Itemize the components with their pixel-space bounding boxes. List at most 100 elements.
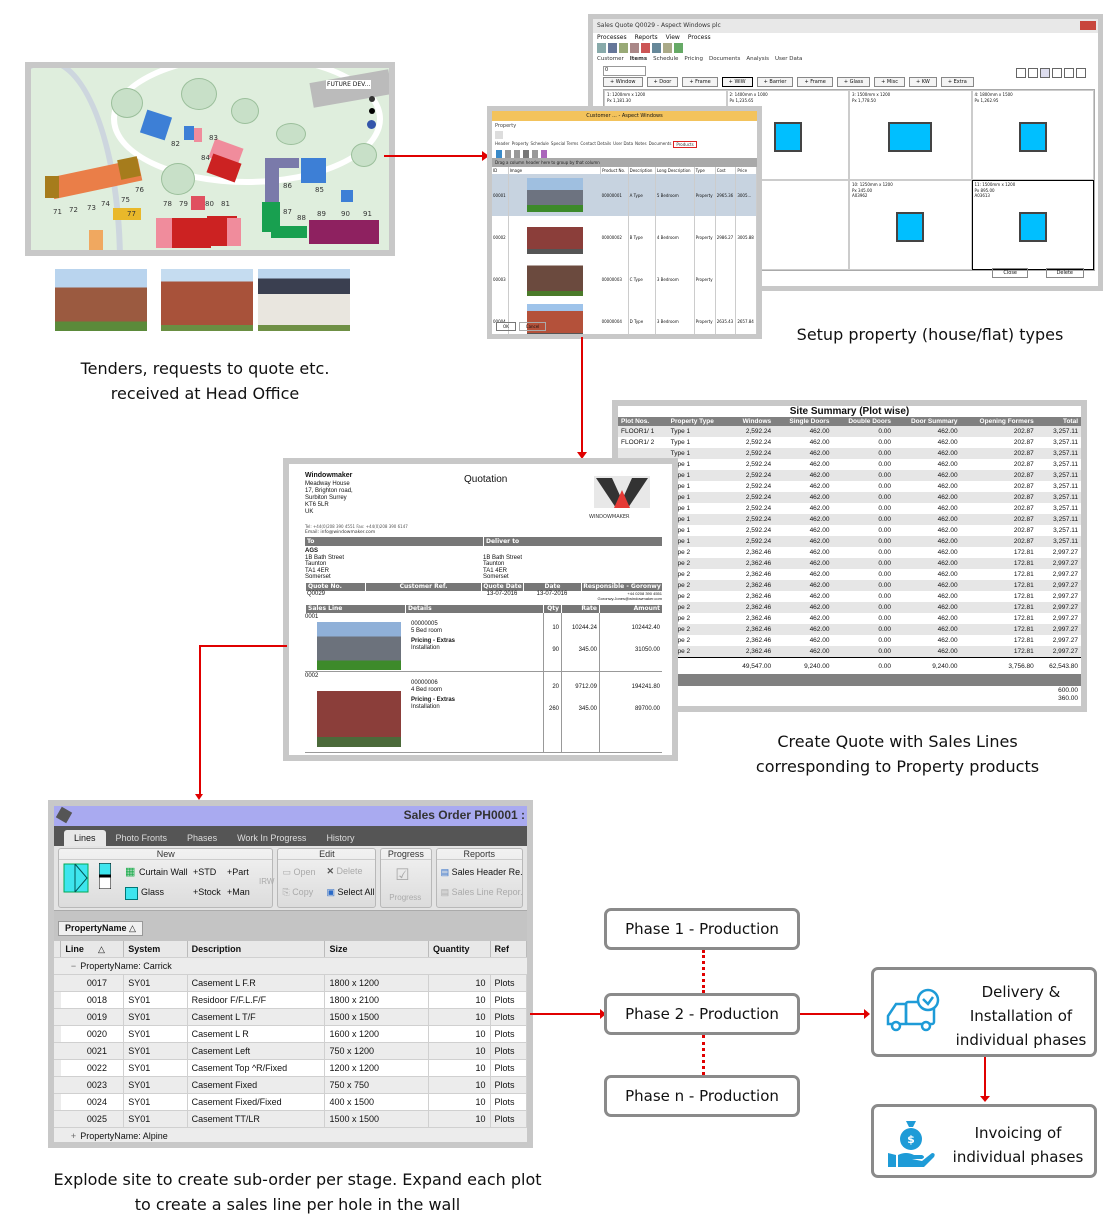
cancel-button[interactable]: Cancel xyxy=(518,322,547,331)
door-icon[interactable] xyxy=(99,863,111,889)
item-cell[interactable]: 11: 1500mm x 1200 Px 895.00 A03613 xyxy=(971,180,1094,270)
add-std-button[interactable]: +STD xyxy=(193,867,216,877)
building-blue[interactable] xyxy=(301,158,326,183)
map-control-icon[interactable] xyxy=(369,108,375,114)
tab-phases[interactable]: Phases xyxy=(177,830,227,846)
toolbar-icon[interactable] xyxy=(496,150,502,158)
column-header[interactable]: ID xyxy=(492,167,509,174)
toolbar-icon[interactable] xyxy=(674,43,683,53)
add-item-button[interactable]: + KW xyxy=(908,77,937,87)
table-row[interactable]: 0021 SY01 Casement Left 750 x 1200 10 Plots xyxy=(54,1042,527,1060)
window-frame-icon[interactable] xyxy=(63,863,89,893)
table-row[interactable]: 0019 SY01 Casement L T/F 1500 x 1500 10 Plots xyxy=(54,1008,527,1026)
table-row[interactable]: 0020 SY01 Casement L R 1600 x 1200 10 Plots xyxy=(54,1025,527,1043)
sales-line[interactable]: 0002 00000006 4 Bed room Pricing - Extras In… xyxy=(305,671,662,753)
add-item-button[interactable]: + Misc xyxy=(874,77,905,87)
add-item-button[interactable]: + Door xyxy=(646,77,679,87)
column-header[interactable]: Size xyxy=(324,941,429,958)
tab[interactable]: Header xyxy=(495,141,510,148)
close-button[interactable] xyxy=(1080,21,1096,30)
tab[interactable]: Contact Details xyxy=(580,141,611,148)
building-pink[interactable] xyxy=(227,218,241,246)
view-icon[interactable] xyxy=(1052,68,1062,78)
irw-button[interactable]: IRW xyxy=(259,877,274,886)
column-header[interactable]: Long Description xyxy=(655,167,695,174)
group-by-chip[interactable]: PropertyName △ xyxy=(58,921,143,936)
table-row[interactable]: 0023 SY01 Casement Fixed 750 x 750 10 Plots xyxy=(54,1076,527,1094)
menu-item[interactable]: Process xyxy=(688,34,711,41)
toolbar-icon[interactable] xyxy=(663,43,672,53)
phase-n-box[interactable]: Phase n - Production xyxy=(604,1075,800,1117)
sales-line[interactable]: 0001 00000005 5 Bed room Pricing - Extras In… xyxy=(305,612,662,672)
tab[interactable]: Notes xyxy=(635,141,647,148)
table-row[interactable]: 0025 SY01 Casement TT/LR 1500 x 1500 10 Plots xyxy=(54,1110,527,1128)
building-blue[interactable] xyxy=(184,126,194,140)
toolbar-icon[interactable] xyxy=(630,43,639,53)
group-row[interactable]: − PropertyName: Carrick xyxy=(54,957,527,975)
add-item-button[interactable]: + Barrier xyxy=(756,77,794,87)
building-pink[interactable] xyxy=(156,218,172,248)
view-icon[interactable] xyxy=(1016,68,1026,78)
view-icon[interactable] xyxy=(1040,68,1050,78)
tab[interactable]: Schedule xyxy=(653,56,678,62)
column-header[interactable]: Description xyxy=(628,167,656,174)
add-item-button[interactable]: + Window xyxy=(603,77,643,87)
add-item-button[interactable]: + Frame xyxy=(682,77,718,87)
building-pink[interactable] xyxy=(194,128,202,142)
menu-property[interactable]: Property xyxy=(492,121,757,131)
delete-button[interactable]: ✕ Delete xyxy=(326,866,362,877)
toolbar-icon[interactable] xyxy=(641,43,650,53)
tab[interactable]: Documents xyxy=(709,56,740,62)
building-brown[interactable] xyxy=(117,156,141,180)
tab[interactable]: Special Terms xyxy=(551,141,578,148)
add-part-button[interactable]: +Part xyxy=(227,867,249,877)
menu-item[interactable]: Reports xyxy=(635,34,658,41)
map-control-icon[interactable] xyxy=(369,96,375,102)
phase-2-box[interactable]: Phase 2 - Production xyxy=(604,993,800,1035)
map-control-icon[interactable] xyxy=(367,120,376,129)
column-header[interactable]: Quantity xyxy=(428,941,491,958)
group-row[interactable]: ▶−PropertyName: Butterfly xyxy=(54,1145,527,1149)
add-item-button[interactable]: + Extra xyxy=(940,77,974,87)
building-green[interactable] xyxy=(271,226,307,238)
menu-item[interactable]: Processes xyxy=(597,34,627,41)
column-header[interactable]: Type xyxy=(694,167,716,174)
building-peach[interactable] xyxy=(89,230,103,250)
toolbar-icon[interactable] xyxy=(514,150,520,158)
progress-checklist-icon[interactable]: ☑ xyxy=(395,865,409,885)
sales-line-report-button[interactable]: ▤ Sales Line Repor... xyxy=(441,887,522,898)
tab[interactable]: Documents xyxy=(649,141,672,148)
toolbar-icon[interactable] xyxy=(608,43,617,53)
progress-button[interactable]: Progress xyxy=(389,893,421,902)
tab-history[interactable]: History xyxy=(316,830,364,846)
toolbar-icon[interactable] xyxy=(523,150,529,158)
sales-header-report-button[interactable]: ▤ Sales Header Re... xyxy=(441,867,522,878)
curtain-wall-button[interactable]: Curtain Wall xyxy=(139,867,188,877)
tab[interactable]: Property xyxy=(512,141,529,148)
glass-button[interactable]: Glass xyxy=(141,887,164,897)
column-header[interactable]: Image xyxy=(508,167,602,174)
table-row[interactable]: 0017 SY01 Casement L F.R 1800 x 1200 10 Plots xyxy=(54,974,527,992)
column-header[interactable]: Price xyxy=(735,167,757,174)
table-row[interactable]: 00001 00000001 A Type 5 Bedroom Property 2965… xyxy=(492,174,757,216)
tab-work-in-progress[interactable]: Work In Progress xyxy=(227,830,316,846)
column-header[interactable]: Product No. xyxy=(600,167,629,174)
phase-1-box[interactable]: Phase 1 - Production xyxy=(604,908,800,950)
item-cell[interactable]: 3: 1500mm x 1200 Px 1,778.50 xyxy=(849,90,972,180)
tab[interactable]: Schedule xyxy=(531,141,549,148)
copy-button[interactable]: ⎘ Copy xyxy=(282,887,313,898)
column-header[interactable]: Line △ xyxy=(60,941,125,958)
delivery-box[interactable]: Delivery & Installation of individual ph… xyxy=(871,967,1097,1057)
tab[interactable]: User Data xyxy=(775,56,802,62)
table-row[interactable]: 00004 00000004 D Type 3 Bedroom Property 2635… xyxy=(492,300,757,334)
expand-icon[interactable]: + xyxy=(71,1131,76,1141)
building-purple-grey[interactable] xyxy=(265,158,299,168)
table-row[interactable]: 00002 00000002 B Type 4 Bedroom Property 2986… xyxy=(492,216,757,258)
toolbar-icon[interactable] xyxy=(597,43,606,53)
toolbar-icon[interactable] xyxy=(532,150,538,158)
toolbar-icon[interactable] xyxy=(652,43,661,53)
filter-input[interactable]: 0 xyxy=(603,66,646,76)
toolbar-icon[interactable] xyxy=(619,43,628,53)
building-plum[interactable] xyxy=(309,220,379,244)
document-icon[interactable] xyxy=(495,131,503,139)
